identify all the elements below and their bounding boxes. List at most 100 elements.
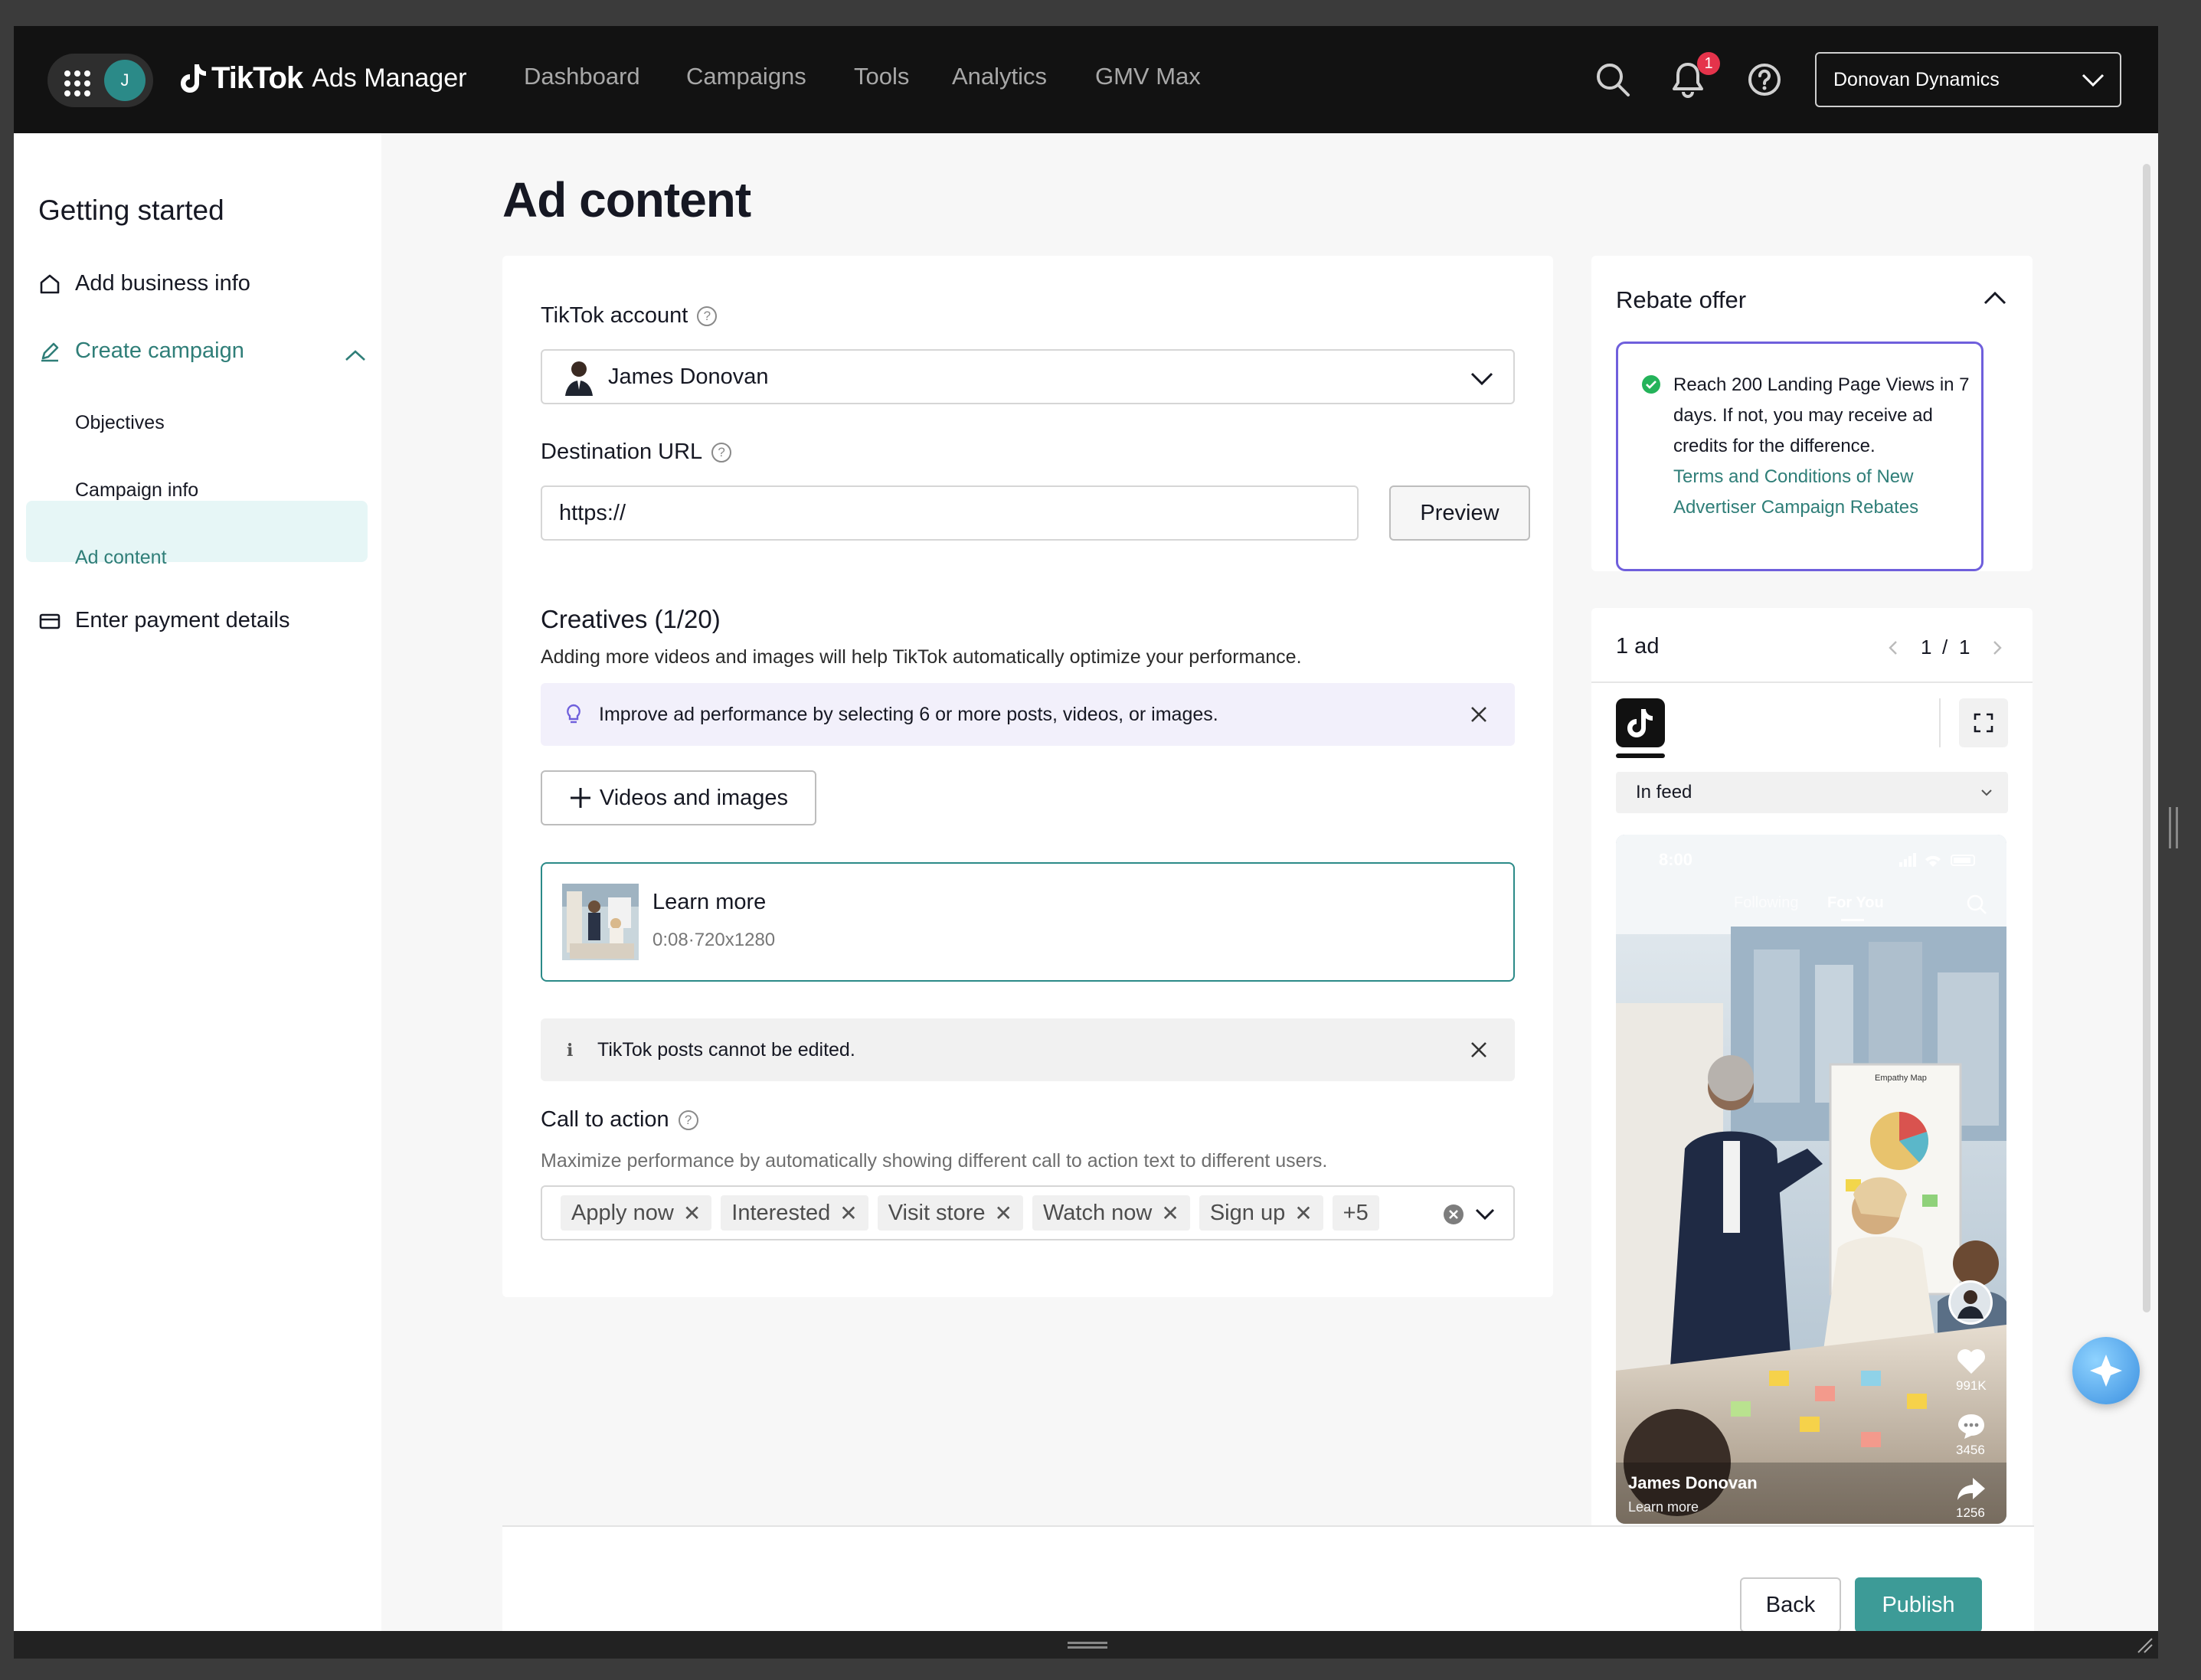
sparkle-icon [2090,1355,2122,1387]
close-icon[interactable] [1470,1041,1487,1058]
share-icon [1957,1478,1985,1500]
app-switcher[interactable]: J [47,54,153,107]
top-navigation: J TikTok Ads Manager Dashboard Campaigns… [14,26,2158,133]
nav-dashboard[interactable]: Dashboard [524,63,640,90]
chevron-up-icon[interactable] [345,349,366,361]
preview-page-separator: / [1942,636,1948,659]
chevron-down-icon [1981,789,1992,796]
chevron-right-icon[interactable] [1993,640,2002,655]
add-videos-images-label: Videos and images [599,785,789,810]
user-avatar[interactable]: J [104,60,146,101]
rebate-card: Reach 200 Landing Page Views in 7 days. … [1616,342,1984,571]
cta-chip[interactable]: Visit store ✕ [877,1195,1023,1231]
account-selector[interactable]: Donovan Dynamics [1815,52,2121,107]
creator-avatar [1948,1280,1993,1325]
nav-gmv-max[interactable]: GMV Max [1095,63,1201,90]
tiktok-account-select[interactable]: James Donovan [541,349,1515,404]
chevron-down-icon[interactable] [1475,1208,1495,1221]
sidebar: Getting started Add business info Create… [14,133,381,1631]
rebate-offer-panel: Rebate offer Reach 200 Landing Page View… [1591,256,2033,571]
cta-description: Maximize performance by automatically sh… [541,1150,1328,1172]
sidebar-item-label: Create campaign [75,338,244,363]
tiktok-platform-tab[interactable] [1616,698,1665,747]
tiktok-ads-manager-logo[interactable]: TikTok Ads Manager [181,55,466,101]
notification-badge: 1 [1697,52,1720,75]
cta-label: Call to action? [541,1107,698,1133]
like-count: 991K [1956,1378,1987,1393]
publish-button[interactable]: Publish [1855,1577,1982,1631]
sidebar-item-enter-payment-details[interactable]: Enter payment details [38,608,289,633]
placement-select[interactable]: In feed [1616,772,2008,813]
close-icon[interactable]: ✕ [1294,1201,1312,1226]
side-resize-handle[interactable] [2169,807,2178,848]
posts-notice: i TikTok posts cannot be edited. [541,1018,1515,1081]
cta-label-text: Call to action [541,1107,669,1132]
scrollbar[interactable] [2143,164,2150,1312]
resize-grip[interactable] [1068,1646,1107,1649]
close-icon[interactable] [1470,706,1487,723]
close-icon[interactable]: ✕ [995,1201,1012,1226]
tiktok-note-icon [1627,709,1653,737]
sidebar-item-create-campaign[interactable]: Create campaign [38,338,244,364]
back-button[interactable]: Back [1740,1577,1841,1631]
nav-analytics[interactable]: Analytics [952,63,1047,90]
placement-value: In feed [1636,782,1692,802]
cta-chip[interactable]: Watch now ✕ [1032,1195,1190,1231]
nav-campaigns[interactable]: Campaigns [686,63,806,90]
chevron-up-icon[interactable] [1984,291,2006,305]
ai-assistant-button[interactable] [2072,1337,2140,1404]
add-videos-images-button[interactable]: Videos and images [541,770,816,825]
help-icon[interactable] [1748,63,1781,96]
clear-all-icon[interactable] [1443,1204,1464,1225]
plus-icon [570,788,590,808]
help-icon[interactable]: ? [711,442,732,462]
sidebar-item-add-business-info[interactable]: Add business info [38,271,250,296]
cta-chip[interactable]: Apply now ✕ [561,1195,712,1231]
sidebar-subitem-ad-content[interactable]: Ad content [75,547,167,569]
destination-url-input[interactable]: https:// [541,485,1359,541]
sidebar-item-label: Enter payment details [75,608,290,632]
cta-chip[interactable]: Sign up ✕ [1199,1195,1323,1231]
creative-title: Learn more [652,890,767,914]
creator-name: James Donovan [1628,1473,1758,1492]
nav-tools[interactable]: Tools [854,63,909,90]
creative-meta: 0:08·720x1280 [652,930,776,950]
resize-grip[interactable] [1068,1642,1107,1644]
close-icon[interactable]: ✕ [1161,1201,1179,1226]
search-icon[interactable] [1594,61,1631,98]
cta-more-chip[interactable]: +5 [1332,1195,1379,1231]
cta-chip-label: Interested [731,1200,831,1225]
card-icon [39,613,61,629]
chevron-down-icon [2082,74,2105,87]
tab-following: Following [1734,894,1799,911]
status-icons [1899,853,1975,867]
apps-grid-icon[interactable] [64,70,90,96]
resize-corner-icon[interactable] [2135,1636,2155,1655]
phone-cta-text: Learn more [1628,1499,1699,1515]
status-time: 8:00 [1659,850,1693,869]
sidebar-subitem-objectives[interactable]: Objectives [75,412,165,434]
rebate-terms-link[interactable]: Terms and Conditions of New Advertiser C… [1673,462,1964,523]
cta-chip-label: Apply now [571,1200,674,1225]
preview-button[interactable]: Preview [1389,485,1530,541]
cta-multiselect[interactable]: Apply now ✕ Interested ✕ Visit store ✕ Watc… [541,1185,1515,1240]
account-name: Donovan Dynamics [1833,68,2000,90]
active-tab-indicator [1616,753,1665,758]
creatives-tip-text: Improve ad performance by selecting 6 or… [599,703,1218,725]
cta-chip[interactable]: Interested ✕ [721,1195,868,1231]
creative-item[interactable]: Learn more 0:08·720x1280 [541,862,1515,982]
help-icon[interactable]: ? [678,1110,698,1130]
ad-content-form: TikTok account? James Donovan Destinatio… [502,256,1553,1297]
chevron-left-icon[interactable] [1889,640,1898,655]
share-count: 1256 [1956,1505,1985,1520]
help-icon[interactable]: ? [697,306,718,326]
creatives-tip: Improve ad performance by selecting 6 or… [541,683,1515,746]
close-icon[interactable]: ✕ [839,1201,857,1226]
preview-count: 1 ad [1616,634,1660,659]
creatives-description: Adding more videos and images will help … [541,646,1302,668]
close-icon[interactable]: ✕ [683,1201,701,1226]
divider [1591,681,2033,683]
sidebar-title: Getting started [38,194,224,226]
fullscreen-button[interactable] [1959,698,2008,747]
sidebar-subitem-campaign-info[interactable]: Campaign info [75,479,198,502]
